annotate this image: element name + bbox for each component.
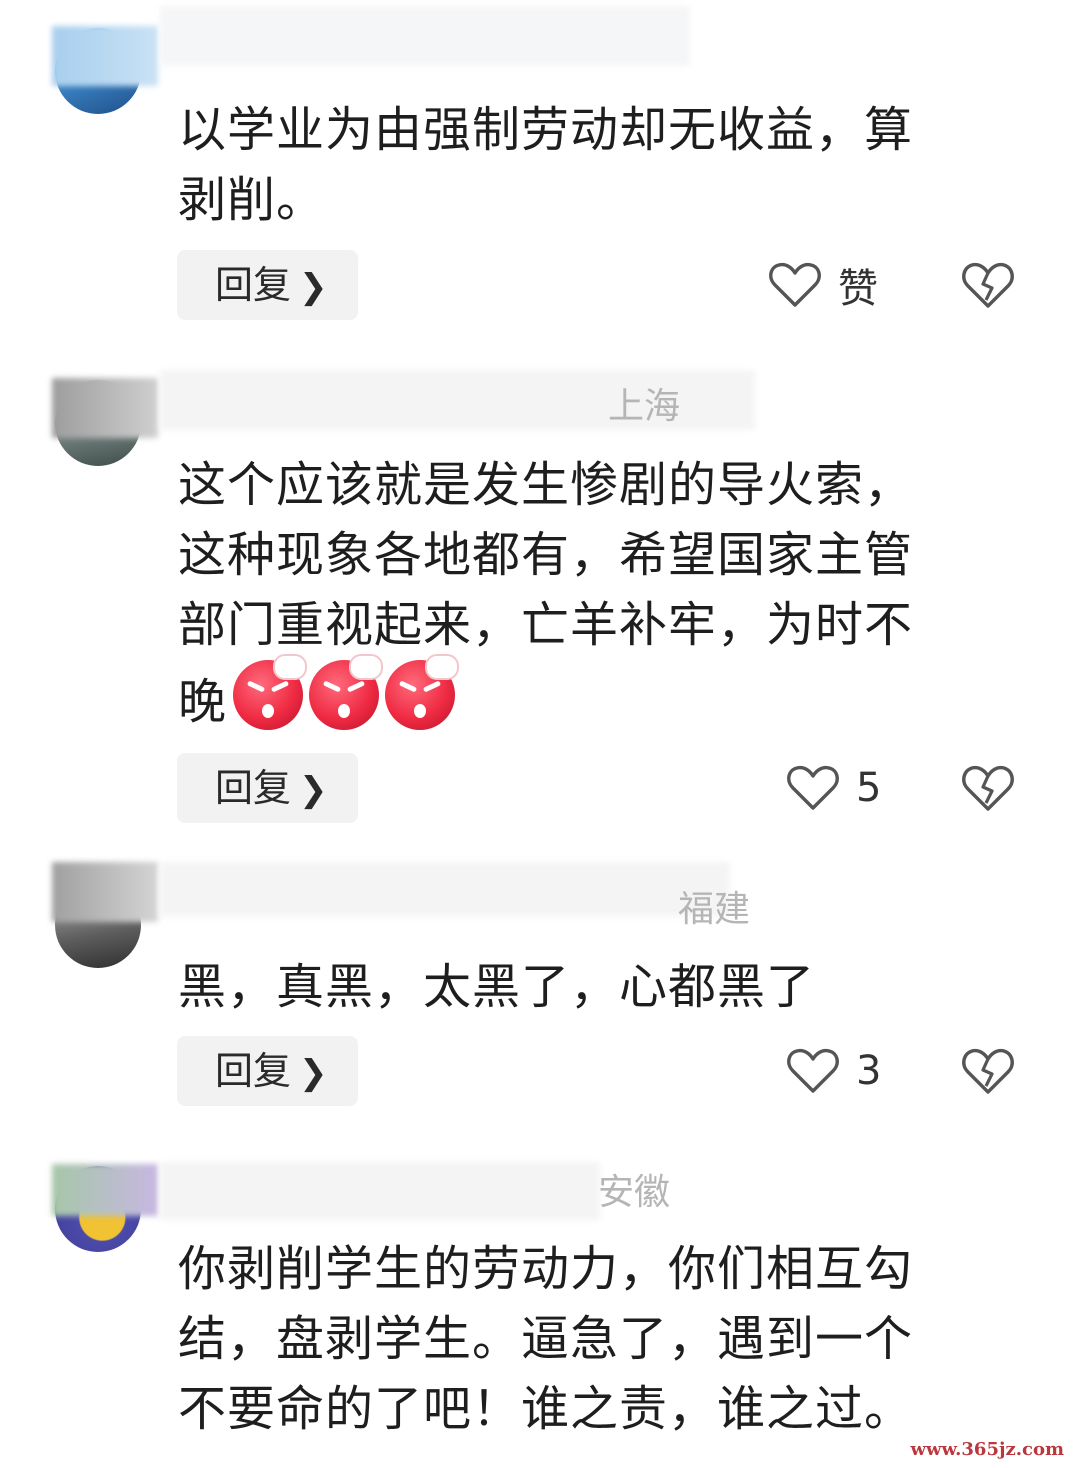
chevron-right-icon: ❯ (299, 770, 328, 810)
reply-label: 回复 (215, 1049, 292, 1093)
comment-meta: 上海 (180, 382, 680, 432)
heart-outline-icon (769, 262, 821, 307)
like-label: 赞 (838, 266, 878, 312)
chevron-right-icon: ❯ (299, 267, 328, 307)
comment-meta: 安徽 (180, 1168, 670, 1218)
angry-face-emoji (385, 654, 460, 730)
reply-button[interactable]: 回复 ❯ (177, 1036, 358, 1106)
location-label: 福建 (678, 889, 751, 930)
comment-text: 这个应该就是发生惨剧的导火索， 这种现象各地都有，希望国家主管 部门重视起来，亡… (178, 457, 914, 730)
like-button[interactable]: 3 (786, 1036, 881, 1106)
angry-face-emoji (309, 654, 384, 730)
heart-outline-icon (787, 765, 839, 810)
watermark: www.365jz.com (906, 1437, 1068, 1462)
reply-label: 回复 (215, 766, 292, 810)
broken-heart-icon[interactable] (960, 1046, 1016, 1096)
broken-heart-icon[interactable] (960, 763, 1016, 813)
reply-label: 回复 (215, 263, 292, 307)
reply-button[interactable]: 回复 ❯ (177, 250, 358, 320)
like-button[interactable]: 5 (786, 753, 881, 823)
comment-text: 黑，真黑，太黑了，心都黑了 (178, 959, 816, 1015)
heart-outline-icon (787, 1048, 839, 1093)
comment-meta: 福建 (180, 885, 750, 935)
broken-heart-icon[interactable] (960, 260, 1016, 310)
chevron-right-icon: ❯ (299, 1053, 328, 1093)
location-label: 安徽 (598, 1172, 671, 1213)
like-button[interactable]: 赞 (768, 250, 878, 320)
comment-text: 你剥削学生的劳动力，你们相互勾 结，盘剥学生。逼急了，遇到一个 不要命的了吧！谁… (178, 1241, 914, 1437)
reply-button[interactable]: 回复 ❯ (177, 753, 358, 823)
location-label: 上海 (608, 386, 681, 427)
comment-text: 以学业为由强制劳动却无收益，算 剥削。 (178, 102, 914, 228)
like-count: 3 (856, 1048, 882, 1094)
like-count: 5 (856, 765, 882, 811)
angry-face-emoji (233, 654, 308, 730)
